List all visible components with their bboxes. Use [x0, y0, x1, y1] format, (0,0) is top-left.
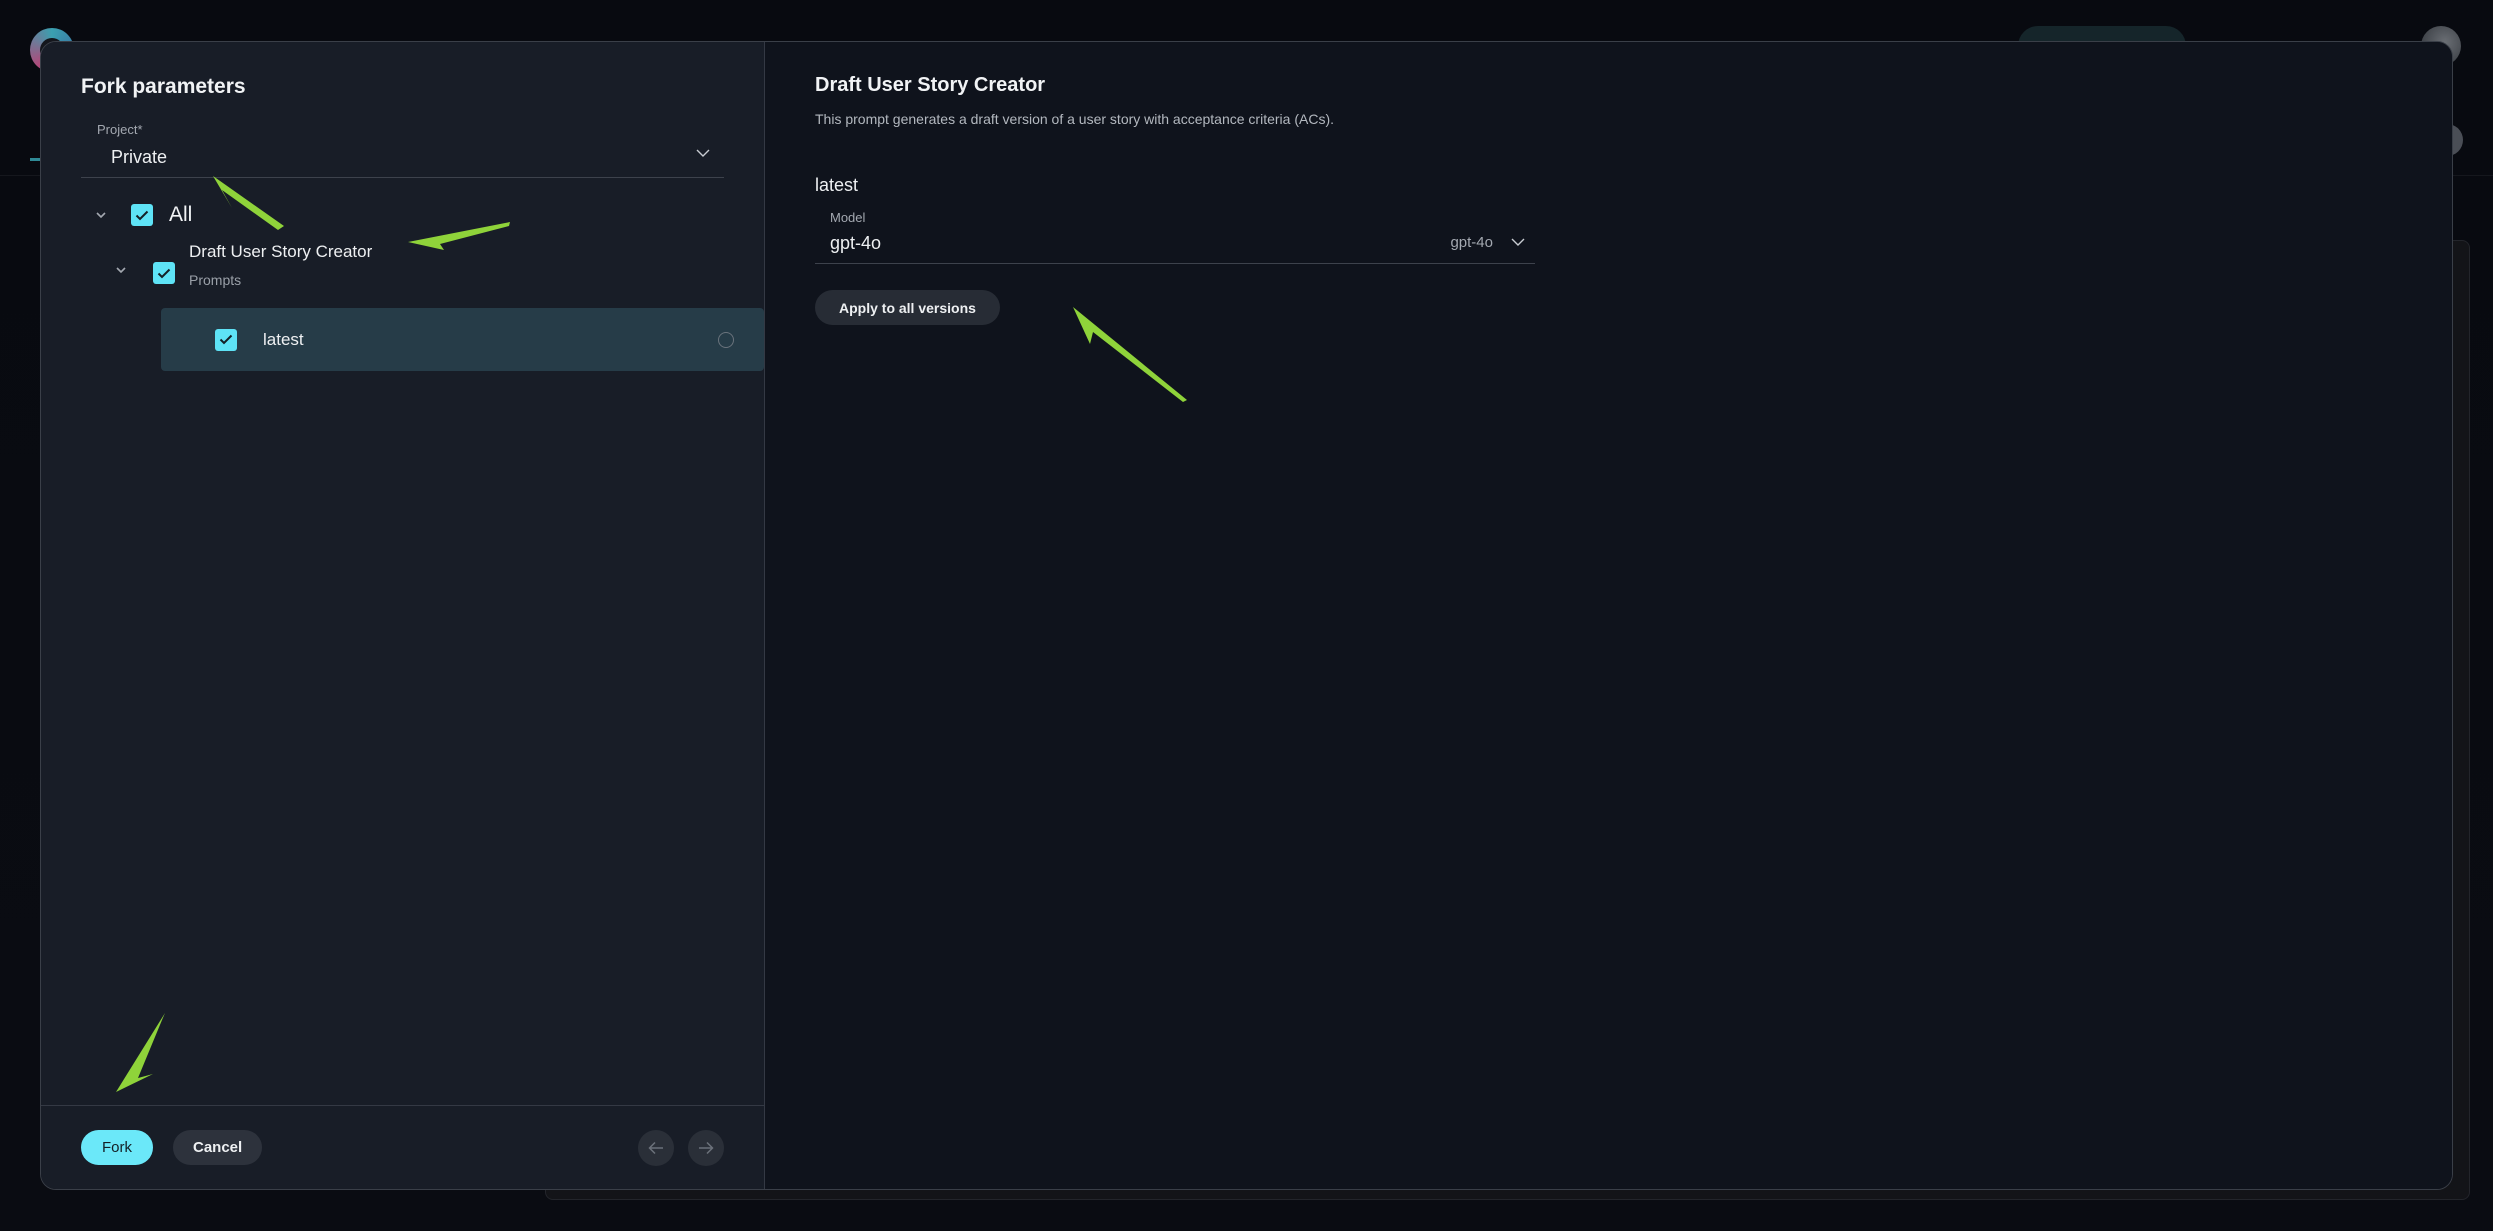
prompt-title: Draft User Story Creator: [815, 74, 1046, 96]
fork-parameters-panel: Fork parameters Project* Private All Dra…: [41, 42, 765, 1189]
dialog-footer: Fork Cancel: [41, 1105, 764, 1189]
model-value: gpt-4o: [830, 233, 882, 253]
prompt-checkbox[interactable]: [153, 262, 175, 284]
chevron-down-icon: [96, 212, 106, 219]
prompt-type: Prompts: [189, 272, 242, 288]
previous-button[interactable]: [638, 1130, 674, 1166]
fork-button[interactable]: Fork: [81, 1130, 153, 1165]
tree-row-prompt: Draft User Story Creator Prompts: [81, 242, 724, 304]
cancel-button[interactable]: Cancel: [173, 1130, 263, 1165]
model-select[interactable]: Model gpt-4o gpt-4o: [815, 210, 1535, 264]
pagination-controls: [638, 1130, 724, 1166]
project-label: Project*: [97, 122, 143, 137]
check-icon: [219, 334, 233, 345]
arrow-right-icon: [699, 1141, 714, 1155]
model-label: Model: [830, 210, 866, 225]
model-dropdown-trigger[interactable]: gpt-4o: [1450, 234, 1525, 251]
version-checkbox[interactable]: [215, 328, 237, 351]
project-value: Private: [111, 147, 168, 167]
version-heading: latest: [815, 175, 859, 195]
project-select[interactable]: Project* Private: [81, 122, 724, 178]
chevron-down-icon: [116, 267, 126, 274]
fork-dialog: Fork parameters Project* Private All Dra…: [40, 41, 2453, 1190]
model-selected-option: gpt-4o: [1450, 234, 1493, 251]
check-icon: [157, 268, 171, 278]
version-radio[interactable]: [718, 332, 734, 348]
tree-row-version[interactable]: latest: [161, 308, 764, 371]
select-all-checkbox[interactable]: [131, 204, 153, 226]
version-name: latest: [263, 329, 304, 349]
collapse-all-toggle[interactable]: [95, 211, 107, 219]
collapse-prompt-toggle[interactable]: [115, 266, 127, 274]
apply-to-all-versions-button[interactable]: Apply to all versions: [815, 290, 1000, 325]
dialog-title: Fork parameters: [81, 75, 246, 98]
prompt-description: This prompt generates a draft version of…: [815, 111, 1334, 127]
next-button[interactable]: [688, 1130, 724, 1166]
chevron-down-icon: [1511, 238, 1525, 246]
chevron-down-icon: [696, 149, 710, 161]
fork-tree: All Draft User Story Creator Prompts lat…: [81, 194, 764, 371]
check-icon: [135, 210, 149, 220]
tree-row-all: All: [81, 194, 724, 236]
prompt-details-panel: Draft User Story Creator This prompt gen…: [765, 42, 2452, 1189]
all-label: All: [169, 203, 193, 226]
prompt-name: Draft User Story Creator: [189, 242, 373, 261]
prompt-info: Draft User Story Creator Prompts: [189, 242, 372, 288]
arrow-left-icon: [648, 1141, 663, 1155]
